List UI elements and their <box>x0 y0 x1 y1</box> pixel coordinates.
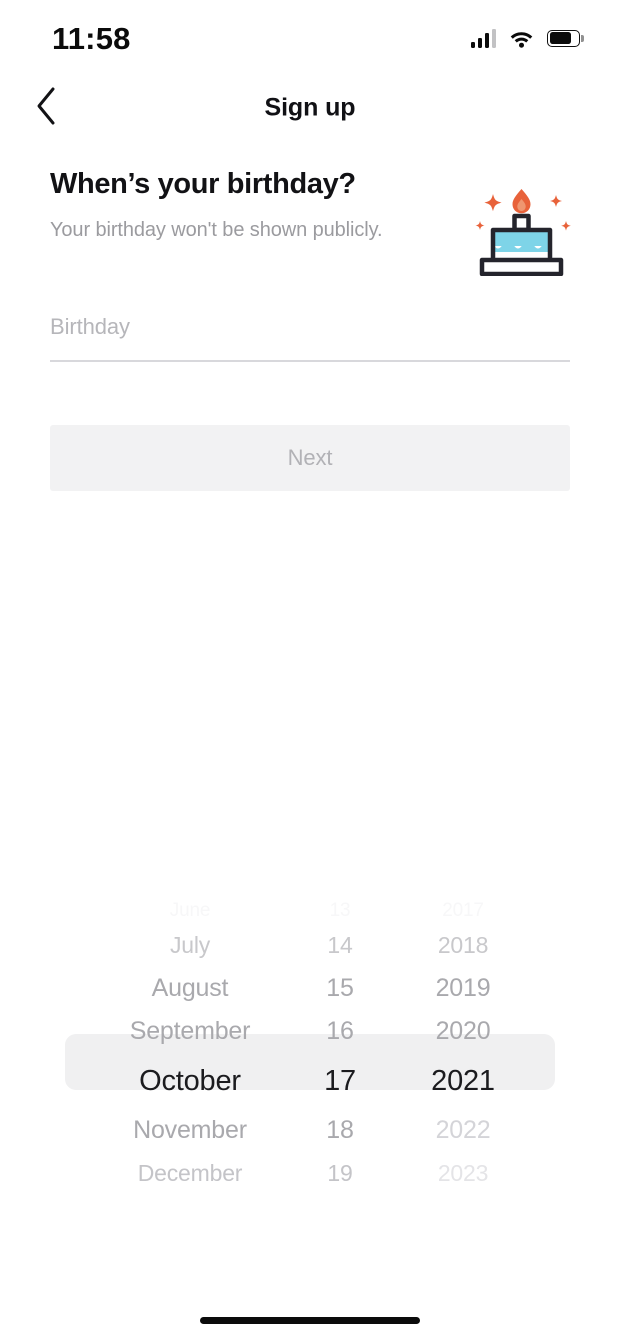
picker-item-year[interactable]: 2019 <box>400 967 526 1010</box>
picker-item-day[interactable]: 16 <box>300 1010 380 1053</box>
birthday-cake-icon <box>466 172 578 277</box>
cellular-signal-icon <box>470 28 496 48</box>
picker-item-month[interactable]: August <box>60 967 320 1010</box>
next-button[interactable]: Next <box>50 425 570 491</box>
status-icons <box>470 25 584 48</box>
field-underline <box>50 360 570 362</box>
picker-item-year[interactable]: 2024 <box>400 1195 526 1198</box>
picker-item-year[interactable]: 2023 <box>400 1152 526 1195</box>
picker-item-month-selected[interactable]: October <box>60 1053 320 1109</box>
picker-item-day[interactable]: 14 <box>300 924 380 967</box>
picker-item-year[interactable]: 2018 <box>400 924 526 967</box>
picker-item-year-selected[interactable]: 2021 <box>400 1053 526 1109</box>
picker-item-month[interactable]: December <box>60 1152 320 1195</box>
picker-item-year[interactable]: 2022 <box>400 1109 526 1152</box>
nav-bar: Sign up <box>0 72 620 144</box>
picker-item-day[interactable]: 19 <box>300 1152 380 1195</box>
picker-item-month[interactable]: June <box>60 898 320 924</box>
picker-column-year[interactable]: 2017 2018 2019 2020 2021 2022 2023 2024 … <box>400 898 526 1198</box>
picker-item-day-selected[interactable]: 17 <box>300 1053 380 1109</box>
picker-item-year[interactable]: 2020 <box>400 1010 526 1053</box>
birthday-field[interactable]: Birthday <box>50 316 570 362</box>
picker-item-day[interactable]: 18 <box>300 1109 380 1152</box>
status-bar: 11:58 <box>0 0 620 72</box>
picker-item-month[interactable]: November <box>60 1109 320 1152</box>
picker-item-year[interactable]: 2017 <box>400 898 526 924</box>
birthday-input[interactable]: Birthday <box>50 316 570 360</box>
wifi-icon <box>509 29 534 48</box>
status-time: 11:58 <box>52 20 131 56</box>
picker-item-day[interactable]: 20 <box>300 1195 380 1198</box>
picker-column-day[interactable]: 13 14 15 16 17 18 19 20 21 <box>300 898 380 1198</box>
picker-item-day[interactable]: 13 <box>300 898 380 924</box>
page-title: Sign up <box>264 93 356 122</box>
picker-item-month[interactable]: July <box>60 924 320 967</box>
home-indicator[interactable] <box>200 1317 420 1324</box>
picker-item-month[interactable]: January <box>60 1195 320 1198</box>
picker-item-day[interactable]: 15 <box>300 967 380 1010</box>
date-picker[interactable]: June July August September October Novem… <box>0 898 620 1198</box>
picker-item-month[interactable]: September <box>60 1010 320 1053</box>
picker-column-month[interactable]: June July August September October Novem… <box>60 898 320 1198</box>
phone-screen: 11:58 Sign up When’s your birthday? Your… <box>0 0 620 1342</box>
battery-icon <box>547 29 584 47</box>
heading-section: When’s your birthday? Your birthday won'… <box>50 168 571 277</box>
